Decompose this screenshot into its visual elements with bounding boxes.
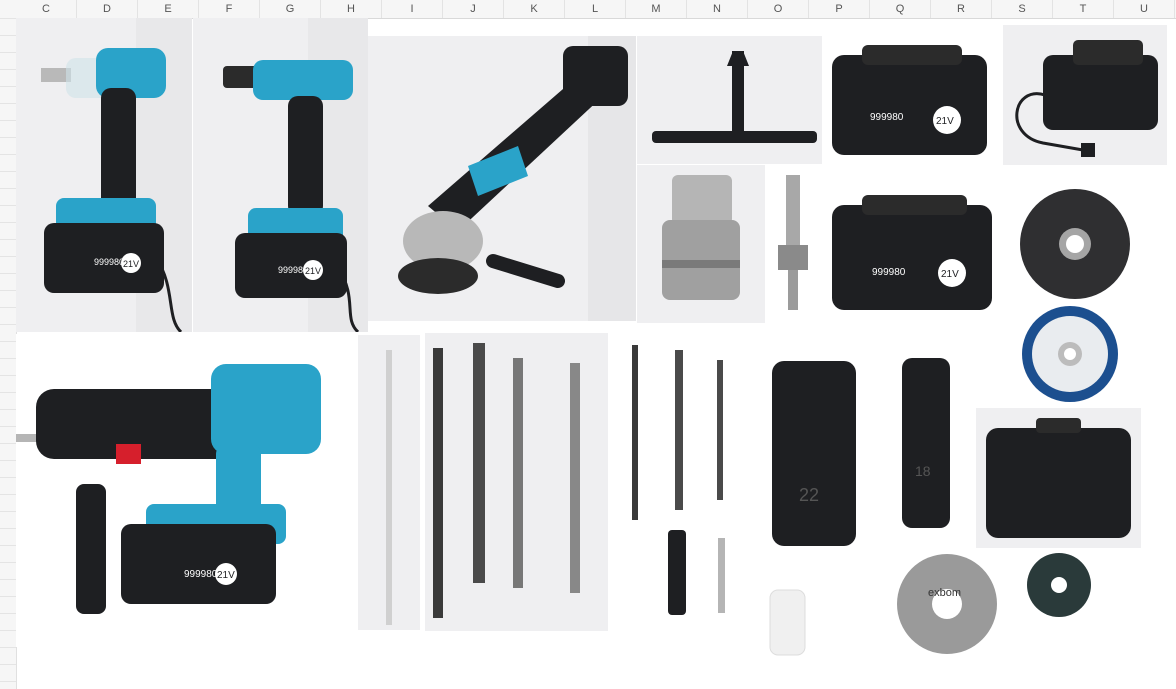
column-header-E[interactable]: E (138, 0, 199, 18)
row-gridline (0, 630, 16, 631)
column-header-F[interactable]: F (199, 0, 260, 18)
row-gridline (0, 120, 16, 121)
side-handle-image[interactable] (652, 520, 702, 620)
battery-image-2[interactable]: 999980 21V (822, 175, 998, 330)
row-gridline (0, 256, 16, 257)
column-header-P[interactable]: P (809, 0, 870, 18)
drill-chuck-image[interactable] (637, 165, 765, 323)
column-header-T[interactable]: T (1053, 0, 1114, 18)
row-gridline (0, 188, 16, 189)
column-header-C[interactable]: C (16, 0, 77, 18)
row-gridline (0, 681, 16, 682)
svg-text:22: 22 (799, 485, 819, 505)
row-gridline (0, 18, 16, 19)
row-gridline (0, 545, 16, 546)
row-gridline (0, 511, 16, 512)
row-gridline (0, 154, 16, 155)
row-header-column (0, 18, 17, 689)
cutting-disc-image[interactable] (1012, 303, 1128, 406)
column-header-G[interactable]: G (260, 0, 321, 18)
column-header-M[interactable]: M (626, 0, 687, 18)
svg-text:21V: 21V (217, 570, 235, 581)
svg-text:18: 18 (915, 463, 931, 479)
svg-text:21V: 21V (941, 269, 959, 280)
svg-text:21V: 21V (123, 259, 139, 269)
svg-text:999980: 999980 (872, 267, 906, 278)
chuck-adapter-image[interactable] (766, 165, 821, 323)
angle-grinder-image[interactable] (368, 36, 636, 321)
row-gridline (0, 69, 16, 70)
column-header-U[interactable]: U (1114, 0, 1175, 18)
row-gridline (0, 307, 16, 308)
column-header-K[interactable]: K (504, 0, 565, 18)
battery-image[interactable]: 999980 21V (822, 25, 998, 173)
screwdriver-bits-image[interactable] (620, 330, 740, 520)
row-gridline (0, 52, 16, 53)
column-header-H[interactable]: H (321, 0, 382, 18)
chuck-key-image[interactable] (637, 36, 822, 164)
row-gridline (0, 137, 16, 138)
row-gridline (0, 647, 16, 648)
svg-text:999980: 999980 (184, 569, 218, 580)
svg-text:999980: 999980 (94, 257, 124, 267)
cutting-disc-green-image[interactable] (1010, 553, 1108, 618)
row-gridline (0, 86, 16, 87)
column-header-D[interactable]: D (77, 0, 138, 18)
column-header-L[interactable]: L (565, 0, 626, 18)
row-gridline (0, 205, 16, 206)
socket-22-image[interactable]: 22 (744, 346, 887, 584)
row-gridline (0, 443, 16, 444)
svg-text:exbom: exbom (928, 587, 961, 599)
row-gridline (0, 528, 16, 529)
row-gridline (0, 613, 16, 614)
row-gridline (0, 222, 16, 223)
svg-text:999980: 999980 (870, 112, 904, 123)
row-gridline (0, 477, 16, 478)
row-gridline (0, 35, 16, 36)
row-gridline (0, 103, 16, 104)
row-gridline (0, 239, 16, 240)
row-gridline (0, 375, 16, 376)
column-header-N[interactable]: N (687, 0, 748, 18)
saw-blade-image[interactable]: exbom (890, 548, 1005, 660)
svg-text:21V: 21V (936, 116, 954, 127)
row-gridline (0, 664, 16, 665)
svg-text:21V: 21V (305, 266, 321, 276)
chisel-bits-image[interactable] (425, 333, 608, 631)
row-gridline (0, 562, 16, 563)
row-gridline (0, 341, 16, 342)
cordless-drill-image[interactable]: 999980 21V (193, 18, 368, 332)
row-gridline (0, 392, 16, 393)
impact-wrench-image[interactable]: 999980 21V (16, 18, 192, 332)
column-header-S[interactable]: S (992, 0, 1053, 18)
spanner-image[interactable] (704, 528, 738, 620)
row-gridline (0, 409, 16, 410)
row-gridline (0, 290, 16, 291)
row-gridline (0, 273, 16, 274)
row-gridline (0, 324, 16, 325)
grinding-disc-image[interactable] (1010, 185, 1140, 303)
row-gridline (0, 171, 16, 172)
column-header-Q[interactable]: Q (870, 0, 931, 18)
rotary-hammer-image[interactable]: 999980 21V (16, 334, 356, 647)
column-header-J[interactable]: J (443, 0, 504, 18)
tool-case-image[interactable] (976, 408, 1141, 548)
socket-18-image[interactable]: 18 (888, 346, 964, 541)
row-gridline (0, 426, 16, 427)
column-header-row: CDEFGHIJKLMNOPQRSTU (0, 0, 1176, 19)
row-gridline (0, 494, 16, 495)
auger-bit-image[interactable] (358, 335, 420, 630)
column-header-I[interactable]: I (382, 0, 443, 18)
column-header-R[interactable]: R (931, 0, 992, 18)
charger-image[interactable] (1003, 25, 1167, 165)
glove-image[interactable] (760, 585, 815, 659)
column-header-O[interactable]: O (748, 0, 809, 18)
row-gridline (0, 579, 16, 580)
row-gridline (0, 358, 16, 359)
row-gridline (0, 460, 16, 461)
row-gridline (0, 596, 16, 597)
